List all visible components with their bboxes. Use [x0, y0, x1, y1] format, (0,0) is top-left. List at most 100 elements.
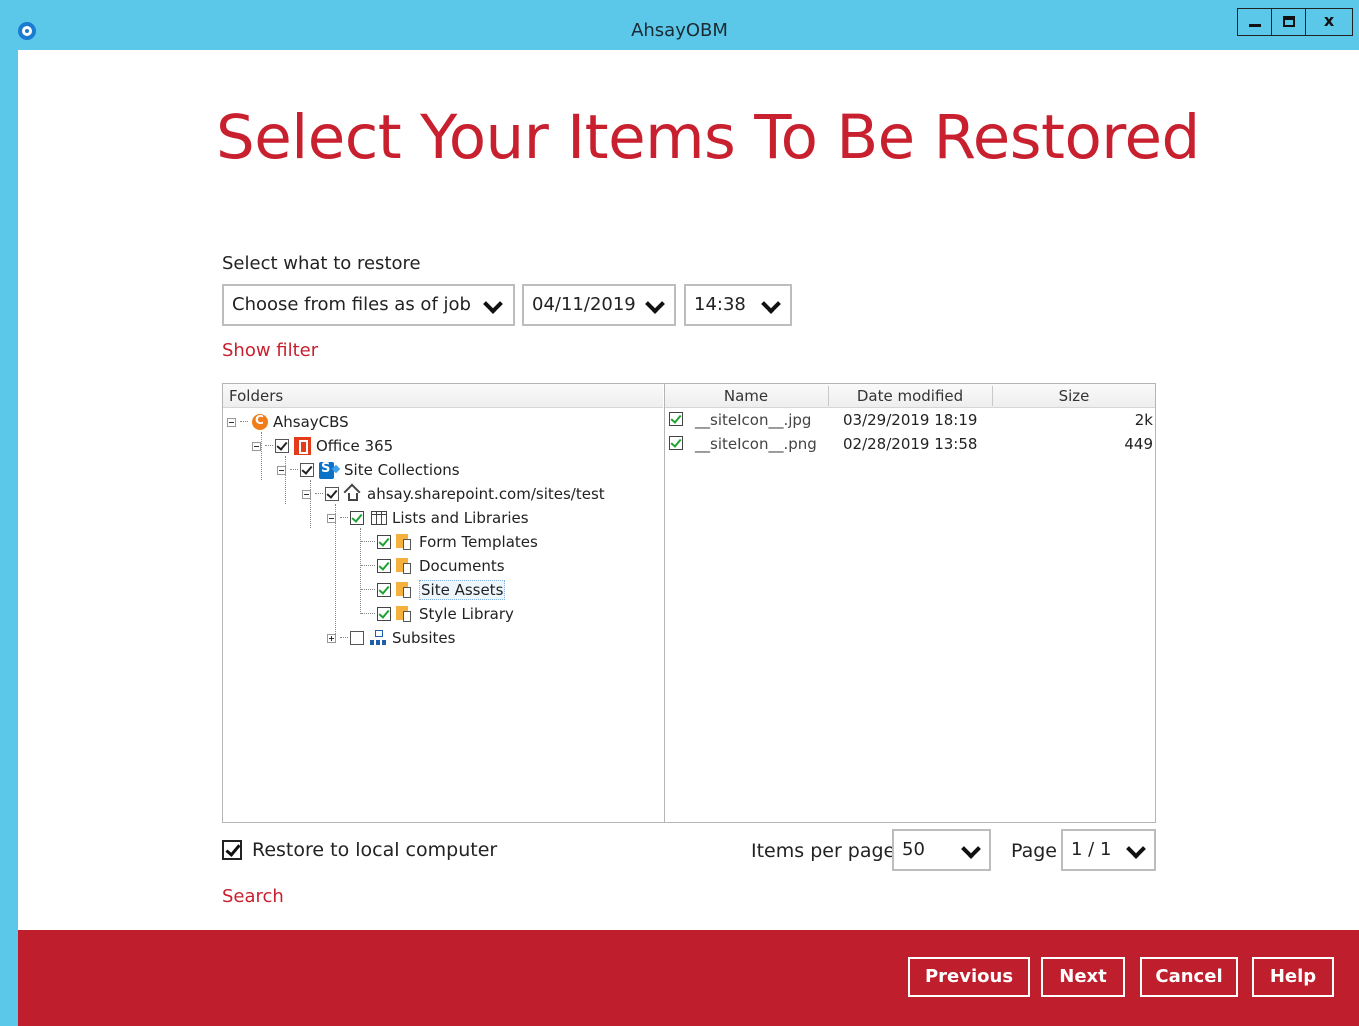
- restore-local-label: Restore to local computer: [252, 839, 498, 861]
- chevron-down-icon: [961, 839, 981, 859]
- tree-node-style-library[interactable]: Style Library: [361, 602, 514, 626]
- maximize-button[interactable]: [1272, 9, 1306, 35]
- collapse-icon[interactable]: [227, 417, 236, 427]
- tree-node-label: Site Collections: [344, 461, 460, 479]
- tree-node-site-collections[interactable]: Site Collections: [277, 458, 460, 482]
- files-header: Name Date modified Size: [665, 384, 1155, 408]
- subsites-icon: [369, 629, 387, 647]
- tree-checkbox[interactable]: [350, 631, 364, 645]
- tree-connector: [315, 493, 323, 495]
- page-label: Page: [1011, 840, 1057, 862]
- restore-time-value: 14:38: [694, 294, 746, 315]
- tree-node-label: Style Library: [419, 605, 514, 623]
- chevron-down-icon: [483, 294, 503, 314]
- page-dropdown[interactable]: 1 / 1: [1061, 829, 1156, 871]
- restore-selector-label: Select what to restore: [222, 253, 421, 274]
- tree-connector: [340, 637, 348, 639]
- column-header-size[interactable]: Size: [993, 387, 1155, 405]
- tree-node-label: ahsay.sharepoint.com/sites/test: [367, 485, 605, 503]
- tree-checkbox[interactable]: [377, 559, 391, 573]
- app-window: AhsayOBM x Select Your Items To Be Resto…: [0, 0, 1359, 1026]
- tree-checkbox[interactable]: [377, 535, 391, 549]
- restore-mode-dropdown[interactable]: Choose from files as of job: [222, 284, 515, 326]
- items-per-page-dropdown[interactable]: 50: [892, 829, 991, 871]
- column-header-date[interactable]: Date modified: [829, 387, 991, 405]
- chevron-down-icon: [645, 294, 665, 314]
- tree-node-site-assets[interactable]: Site Assets: [361, 578, 506, 602]
- tree-node-lists-libraries[interactable]: Lists and Libraries: [327, 506, 529, 530]
- title-bar[interactable]: AhsayOBM x: [0, 0, 1359, 50]
- window-controls: x: [1237, 8, 1353, 36]
- sharepoint-icon: [319, 461, 334, 479]
- library-icon: [396, 557, 414, 575]
- tree-node-label: Subsites: [392, 629, 456, 647]
- collapse-icon[interactable]: [302, 489, 311, 499]
- tree-checkbox[interactable]: [350, 511, 364, 525]
- minimize-icon: [1249, 24, 1261, 27]
- tree-checkbox[interactable]: [325, 487, 339, 501]
- file-row[interactable]: __siteIcon__.jpg 03/29/2019 18:19 2k: [665, 409, 1155, 431]
- tree-connector: [340, 517, 348, 519]
- tree-connector: [361, 613, 375, 615]
- file-size: 449: [1124, 435, 1153, 453]
- file-checkbox[interactable]: [669, 412, 683, 426]
- column-header-name[interactable]: Name: [665, 387, 827, 405]
- chevron-down-icon: [1126, 839, 1146, 859]
- tree-connector: [361, 565, 375, 567]
- tree-node-label-selected: Site Assets: [419, 580, 506, 600]
- tree-node-subsites[interactable]: Subsites: [327, 626, 455, 650]
- page-value: 1 / 1: [1071, 839, 1112, 860]
- file-size: 2k: [1134, 411, 1153, 429]
- tree-node-label: Office 365: [316, 437, 394, 455]
- cancel-button[interactable]: Cancel: [1140, 957, 1238, 997]
- help-button[interactable]: Help: [1252, 957, 1334, 997]
- list-icon: [371, 511, 387, 525]
- library-icon: [396, 605, 414, 623]
- tree-node-ahsaycbs[interactable]: AhsayCBS: [227, 410, 349, 434]
- tree-connector: [240, 421, 248, 423]
- office365-icon: [294, 437, 311, 455]
- tree-connector: [361, 589, 375, 591]
- maximize-icon: [1283, 16, 1295, 27]
- tree-checkbox[interactable]: [300, 463, 314, 477]
- restore-local-checkbox[interactable]: [222, 840, 242, 860]
- tree-node-documents[interactable]: Documents: [361, 554, 505, 578]
- tree-connector: [361, 541, 375, 543]
- tree-node-form-templates[interactable]: Form Templates: [361, 530, 538, 554]
- file-date: 02/28/2019 13:58: [843, 435, 978, 453]
- tree-checkbox[interactable]: [377, 607, 391, 621]
- tree-node-label: Form Templates: [419, 533, 538, 551]
- file-row[interactable]: __siteIcon__.png 02/28/2019 13:58 449: [665, 433, 1155, 455]
- folders-header: Folders: [223, 384, 663, 408]
- show-filter-link[interactable]: Show filter: [222, 340, 318, 361]
- expand-icon[interactable]: [327, 633, 336, 643]
- items-per-page-value: 50: [902, 839, 925, 860]
- next-button[interactable]: Next: [1041, 957, 1125, 997]
- restore-date-value: 04/11/2019: [532, 294, 636, 315]
- tree-connector: [265, 445, 273, 447]
- previous-button[interactable]: Previous: [908, 957, 1030, 997]
- close-button[interactable]: x: [1306, 9, 1352, 35]
- file-name: __siteIcon__.png: [695, 435, 817, 453]
- collapse-icon[interactable]: [277, 465, 286, 475]
- collapse-icon[interactable]: [327, 513, 336, 523]
- search-link[interactable]: Search: [222, 886, 284, 907]
- tree-node-label: Documents: [419, 557, 505, 575]
- minimize-button[interactable]: [1238, 9, 1272, 35]
- window-title: AhsayOBM: [631, 20, 728, 41]
- collapse-icon[interactable]: [252, 441, 261, 451]
- tree-checkbox[interactable]: [377, 583, 391, 597]
- restore-local-option[interactable]: Restore to local computer: [222, 839, 497, 861]
- file-checkbox[interactable]: [669, 436, 683, 450]
- restore-wizard-page: Select Your Items To Be Restored Select …: [18, 50, 1359, 1026]
- items-per-page-label: Items per page: [751, 840, 896, 862]
- restore-time-dropdown[interactable]: 14:38: [684, 284, 792, 326]
- tree-node-site[interactable]: ahsay.sharepoint.com/sites/test: [302, 482, 605, 506]
- tree-node-label: Lists and Libraries: [392, 509, 529, 527]
- library-icon: [396, 581, 414, 599]
- tree-checkbox[interactable]: [275, 439, 289, 453]
- browse-panel: Folders Name Date modified Size AhsayCBS: [222, 383, 1156, 823]
- restore-date-dropdown[interactable]: 04/11/2019: [522, 284, 676, 326]
- tree-node-office365[interactable]: Office 365: [252, 434, 393, 458]
- tree-node-label: AhsayCBS: [273, 413, 349, 431]
